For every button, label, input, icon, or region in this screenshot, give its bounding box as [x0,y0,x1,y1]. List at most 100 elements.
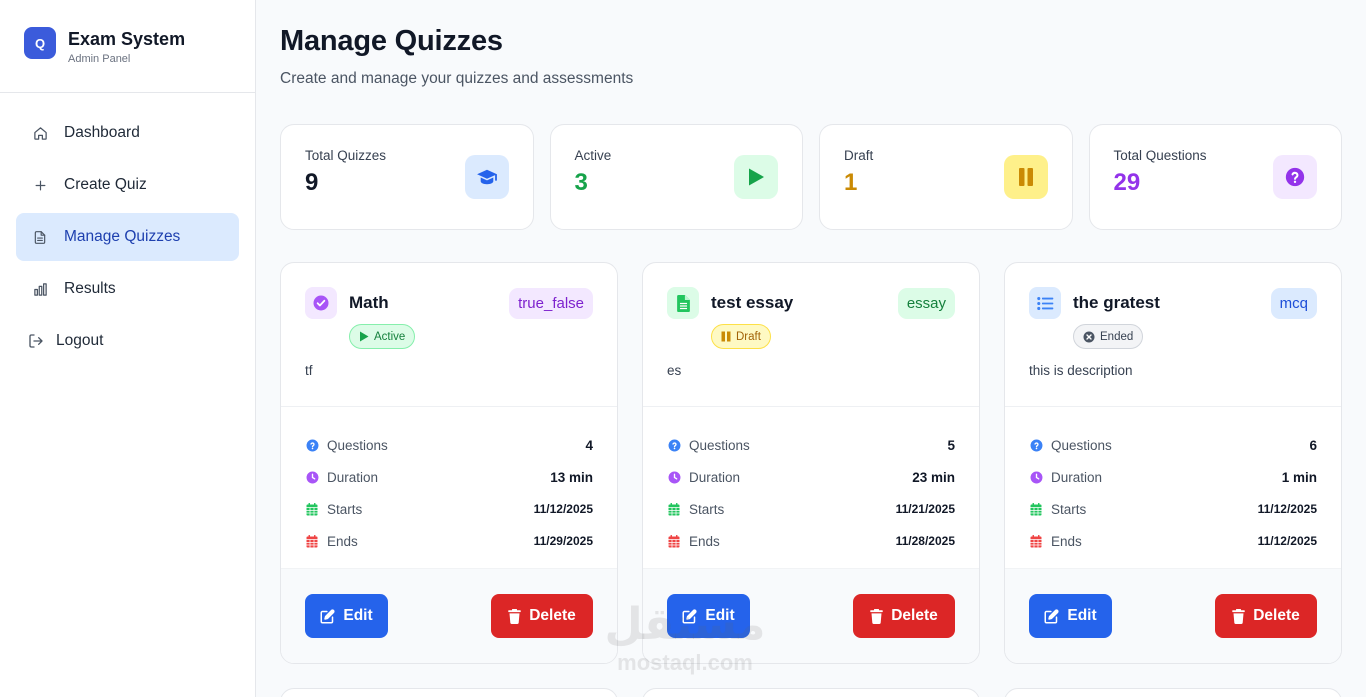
status-text: Active [374,330,406,343]
brand-title: Exam System [68,28,186,49]
end-date: 11/12/2025 [1257,534,1317,548]
quiz-card-partial [1004,688,1342,697]
detail-label: Duration [689,469,741,485]
detail-label: Ends [327,533,358,549]
edit-button[interactable]: Edit [667,594,750,638]
questions-count: 4 [585,437,593,453]
brand-logo: Q [24,27,56,59]
quiz-cards: Math true_false Active tf Questions 4 Du… [280,262,1342,664]
main-content: Manage Quizzes Create and manage your qu… [256,0,1366,697]
detail-label: Starts [689,501,725,517]
quiz-details: Questions 4 Duration 13 min Starts 11/12… [281,407,617,569]
sidebar-item-label: Results [64,280,116,297]
detail-row-starts: Starts 11/12/2025 [305,493,593,525]
detail-label: Questions [327,437,388,453]
stat-label: Total Quizzes [305,147,387,163]
delete-label: Delete [529,607,576,624]
sidebar-item-label: Manage Quizzes [64,228,181,245]
detail-row-questions: Questions 4 [305,429,593,461]
detail-label: Duration [1051,469,1103,485]
edit-button[interactable]: Edit [1029,594,1112,638]
brand: Q Exam System Admin Panel [0,0,255,93]
edit-label: Edit [1067,607,1097,624]
sidebar: Q Exam System Admin Panel Dashboard Crea… [0,0,256,697]
delete-button[interactable]: Delete [853,594,955,638]
quiz-title: the gratest [1073,293,1160,312]
list-icon [1029,287,1061,319]
sidebar-item-logout[interactable]: Logout [16,317,239,365]
questions-count: 5 [947,437,955,453]
stat-card-total-quizzes: Total Quizzes 9 [280,124,534,230]
quiz-type-badge: essay [897,288,955,319]
quiz-title: Math [349,293,389,312]
edit-icon [682,608,697,623]
detail-row-ends: Ends 11/29/2025 [305,525,593,557]
end-date: 11/29/2025 [533,534,593,548]
stat-card-active: Active 3 [549,124,803,230]
detail-label: Starts [327,501,363,517]
edit-button[interactable]: Edit [305,594,388,638]
trash-icon [870,608,883,624]
status-badge: Active [349,324,416,349]
sidebar-item-label: Logout [56,332,104,349]
stat-value: 1 [844,168,858,196]
quiz-card-partial [642,688,980,697]
card-actions: Edit Delete [643,568,979,663]
stat-card-draft: Draft 1 [819,124,1073,230]
stat-label: Total Questions [1113,147,1207,163]
detail-row-starts: Starts 11/21/2025 [667,493,955,525]
quiz-details: Questions 6 Duration 1 min Starts 11/12/… [1005,407,1341,569]
sidebar-item-create-quiz[interactable]: Create Quiz [16,161,239,209]
sidebar-item-results[interactable]: Results [16,265,239,313]
question-circle-icon [305,438,319,452]
logout-icon [28,333,44,349]
play-icon [360,331,369,342]
status-text: Ended [1100,330,1134,343]
detail-label: Ends [689,533,720,549]
edit-label: Edit [343,607,373,624]
duration-value: 13 min [550,469,593,485]
quiz-description: es [667,363,682,378]
delete-button[interactable]: Delete [1215,594,1317,638]
quiz-card-partial [280,688,618,697]
document-icon [32,229,48,245]
pause-icon [721,331,731,342]
pause-icon [1003,155,1048,199]
question-circle-icon [1273,155,1317,199]
detail-label: Questions [1051,437,1112,453]
status-text: Draft [736,330,761,343]
page-title: Manage Quizzes [280,25,503,57]
sidebar-item-manage-quizzes[interactable]: Manage Quizzes [16,213,239,261]
calendar-icon [667,502,681,516]
play-icon [734,155,778,199]
sidebar-item-dashboard[interactable]: Dashboard [16,109,239,157]
quiz-type-badge: mcq [1270,288,1317,319]
questions-count: 6 [1309,437,1317,453]
clock-icon [1029,470,1043,484]
quiz-description: tf [305,363,313,378]
question-circle-icon [1029,438,1043,452]
duration-value: 23 min [912,469,955,485]
start-date: 11/12/2025 [1257,502,1317,516]
card-actions: Edit Delete [281,568,617,663]
detail-label: Questions [689,437,750,453]
quiz-title: test essay [711,293,794,312]
x-circle-icon [1083,331,1095,342]
stat-label: Active [574,147,612,163]
sidebar-item-label: Create Quiz [64,176,147,193]
status-badge: Draft [711,324,771,349]
sidebar-item-label: Dashboard [64,124,140,141]
detail-row-duration: Duration 1 min [1029,461,1317,493]
detail-row-duration: Duration 23 min [667,461,955,493]
edit-icon [320,608,335,623]
bar-chart-icon [32,281,48,297]
delete-button[interactable]: Delete [491,594,593,638]
check-circle-icon [305,287,337,319]
page-subtitle: Create and manage your quizzes and asses… [280,70,634,87]
duration-value: 1 min [1281,469,1317,485]
plus-icon [32,177,48,193]
quiz-card: the gratest mcq Ended this is descriptio… [1004,262,1342,664]
stat-value: 29 [1113,168,1141,196]
quiz-details: Questions 5 Duration 23 min Starts 11/21… [643,407,979,569]
clock-icon [667,470,681,484]
